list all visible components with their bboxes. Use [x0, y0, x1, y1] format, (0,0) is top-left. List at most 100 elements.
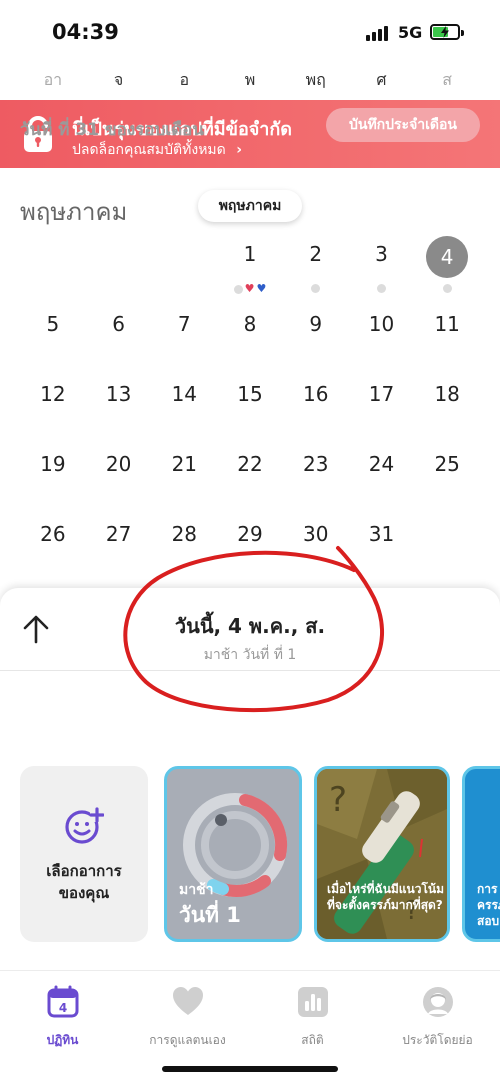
- calendar-day[interactable]: 26: [20, 510, 86, 580]
- calendar-day[interactable]: 12: [20, 370, 86, 440]
- weekday-header: อา จ อ พ พฤ ศ ส: [20, 68, 480, 93]
- calendar-day[interactable]: 1 ♥ ♥: [217, 230, 283, 300]
- calendar-day[interactable]: 22: [217, 440, 283, 510]
- tab-self-care[interactable]: การดูแลตนเอง: [125, 985, 250, 1050]
- heart-marker-icon: ♥: [256, 282, 267, 295]
- day-number: 4: [440, 245, 454, 269]
- day-number: 5: [46, 312, 60, 336]
- day-markers: [414, 284, 480, 293]
- tab-label: ปฏิทิน: [46, 1033, 79, 1047]
- month-title: พฤษภาคม: [20, 198, 128, 226]
- calendar-day[interactable]: 27: [86, 510, 152, 580]
- article-title: เมื่อไหร่ที่ฉันมีแนวโน้มที่จะตั้งครรภ์มา…: [327, 882, 445, 912]
- heart-icon: [172, 987, 203, 1015]
- status-time: 04:39: [52, 20, 119, 44]
- calendar-day[interactable]: 10: [349, 300, 415, 370]
- day-number: 23: [303, 452, 329, 476]
- calendar-week: 19 20 21 22 23 24 25: [20, 440, 480, 510]
- calendar-day[interactable]: 11: [414, 300, 480, 370]
- chevron-right-icon: ›: [236, 142, 242, 158]
- calendar-icon: 4: [47, 985, 78, 1018]
- calendar-week: 1 ♥ ♥ 2 3 4: [20, 230, 480, 300]
- day-markers: [283, 284, 349, 293]
- day-number: 29: [237, 522, 263, 546]
- day-number: 17: [368, 382, 395, 406]
- late-period-card[interactable]: มาช้า วันที่ 1: [164, 766, 302, 942]
- calendar-day[interactable]: 29: [217, 510, 283, 580]
- cycle-day-label: วันที่ ที่ 31 ของรอบเดือน: [20, 120, 204, 140]
- calendar-grid: 1 ♥ ♥ 2 3 4 5 6 7 8 9 10 11 12 13 14 15 …: [20, 230, 480, 580]
- day-number: 1: [243, 242, 257, 266]
- calendar-day[interactable]: 21: [151, 440, 217, 510]
- tab-label: ประวัติโดยย่อ: [402, 1033, 473, 1047]
- select-symptoms-line: ของคุณ: [58, 884, 110, 902]
- calendar-empty-cell: [414, 510, 480, 580]
- weekday-label: ส: [442, 70, 453, 89]
- tab-statistics[interactable]: สถิติ: [250, 985, 375, 1050]
- day-number: 28: [171, 522, 198, 546]
- calendar-day[interactable]: 15: [217, 370, 283, 440]
- day-number: 11: [434, 312, 460, 336]
- calendar-day[interactable]: 25: [414, 440, 480, 510]
- calendar-day[interactable]: 17: [349, 370, 415, 440]
- next-article-line: การ: [477, 882, 498, 896]
- calendar-day[interactable]: 3: [349, 230, 415, 300]
- signal-icon: [366, 26, 388, 41]
- calendar-day[interactable]: 9: [283, 300, 349, 370]
- marker-dot: [376, 284, 386, 293]
- profile-icon: [422, 987, 453, 1017]
- day-number: 19: [40, 452, 66, 476]
- calendar-day[interactable]: 2: [283, 230, 349, 300]
- calendar-day[interactable]: 5: [20, 300, 86, 370]
- day-number: 13: [105, 382, 132, 406]
- divider: [0, 670, 500, 671]
- select-symptoms-card[interactable]: เลือกอาการ ของคุณ: [20, 766, 148, 942]
- calendar-day[interactable]: 30: [283, 510, 349, 580]
- calendar-day[interactable]: 8: [217, 300, 283, 370]
- day-number: 31: [368, 522, 395, 546]
- weekday-label: พฤ: [305, 70, 326, 89]
- day-number: 15: [237, 382, 263, 406]
- tab-label: การดูแลตนเอง: [149, 1033, 226, 1047]
- weekday-label: อา: [43, 70, 63, 89]
- day-number: 6: [112, 312, 125, 336]
- svg-text:?: ?: [329, 780, 347, 820]
- selected-date-label: วันนี้, 4 พ.ค., ส.: [174, 614, 326, 638]
- calendar-week: 5 6 7 8 9 10 11: [20, 300, 480, 370]
- month-picker-pill[interactable]: พฤษภาคม: [198, 190, 302, 222]
- weekday-label: อ: [179, 70, 190, 89]
- day-number: 10: [368, 312, 395, 336]
- calendar-day[interactable]: 24: [349, 440, 415, 510]
- marker-dot: [311, 284, 321, 293]
- log-period-button[interactable]: บันทึกประจำเดือน: [326, 108, 480, 142]
- calendar-day[interactable]: 20: [86, 440, 152, 510]
- weekday-label: ศ: [376, 70, 387, 89]
- tab-label: สถิติ: [301, 1033, 324, 1047]
- calendar-day[interactable]: 14: [151, 370, 217, 440]
- calendar-day[interactable]: 16: [283, 370, 349, 440]
- tab-calendar[interactable]: 4 ปฏิทิน: [0, 985, 125, 1050]
- calendar-day[interactable]: 18: [414, 370, 480, 440]
- day-number: 26: [40, 522, 66, 546]
- calendar-day[interactable]: 19: [20, 440, 86, 510]
- tab-profile[interactable]: ประวัติโดยย่อ: [375, 985, 500, 1050]
- network-label: 5G: [398, 23, 423, 42]
- calendar-day[interactable]: 6: [86, 300, 152, 370]
- calendar-day[interactable]: 28: [151, 510, 217, 580]
- calendar-day[interactable]: 13: [86, 370, 152, 440]
- day-number: 3: [375, 242, 388, 266]
- calendar-day-today[interactable]: 4: [414, 230, 480, 300]
- weekday-label: จ: [113, 70, 124, 89]
- calendar-day[interactable]: 7: [151, 300, 217, 370]
- day-number: 24: [368, 452, 395, 476]
- next-article-card[interactable]: การ ครรภ สอบ: [462, 766, 500, 942]
- home-indicator: [162, 1066, 338, 1072]
- calendar-day[interactable]: 31: [349, 510, 415, 580]
- late-period-day: วันที่ 1: [179, 903, 241, 927]
- selected-date-status: มาช้า วันที่ ที่ 1: [203, 647, 297, 663]
- day-number: 16: [303, 382, 329, 406]
- select-symptoms-label: เลือกอาการ ของคุณ: [20, 860, 148, 904]
- calendar-day[interactable]: 23: [283, 440, 349, 510]
- article-card[interactable]: ? ? เมื่อไหร่ที่ฉันมีแนวโน้มที่จะตั้งครร…: [314, 766, 450, 942]
- select-symptoms-line: เลือกอาการ: [46, 862, 122, 880]
